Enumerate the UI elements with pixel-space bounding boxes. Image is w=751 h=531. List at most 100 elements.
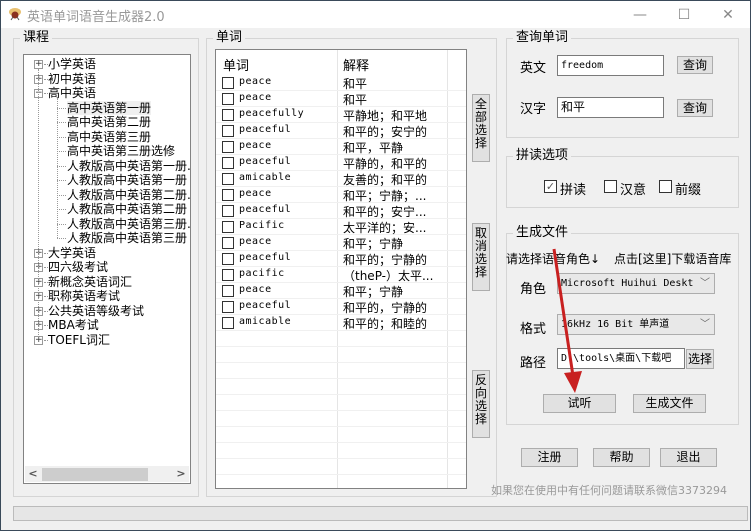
spell-checkbox[interactable]: ✓ <box>544 180 557 193</box>
select-all-label: 全部选择 <box>475 97 488 150</box>
table-row[interactable]: peaceful 平静的，和平的 <box>216 155 466 171</box>
row-checkbox[interactable] <box>222 125 234 137</box>
maximize-button[interactable]: ☐ <box>662 1 706 28</box>
tree-item[interactable]: MBA考试 <box>48 318 99 332</box>
select-all-button[interactable]: 全部选择 <box>472 94 490 162</box>
scroll-right-icon[interactable]: > <box>173 466 189 482</box>
table-row[interactable]: peaceful 和平的，宁静的 <box>216 299 466 315</box>
prefix-checkbox[interactable] <box>659 180 672 193</box>
close-button[interactable]: ✕ <box>706 1 750 28</box>
course-tree[interactable]: < > 小学英语 + 初中英语 + 高中英语 − 高中英语第一册 高中英语第二册 高中英语第三册… <box>23 54 191 484</box>
row-checkbox[interactable] <box>222 141 234 153</box>
tree-item[interactable]: TOEFL词汇 <box>48 333 110 347</box>
table-row[interactable]: peace 和平；宁静；... <box>216 187 466 203</box>
tree-item[interactable]: 小学英语 <box>48 57 96 71</box>
english-input[interactable]: freedom <box>557 55 664 76</box>
row-checkbox[interactable] <box>222 157 234 169</box>
row-checkbox[interactable] <box>222 237 234 249</box>
row-checkbox[interactable] <box>222 109 234 121</box>
word-cell: peace <box>239 76 272 87</box>
tree-item[interactable]: 人教版高中英语第三册. <box>67 217 190 231</box>
tree-connector <box>57 136 66 138</box>
row-checkbox[interactable] <box>222 173 234 185</box>
tree-item[interactable]: 新概念英语词汇 <box>48 275 132 289</box>
table-row[interactable]: amicable 和平的；和睦的 <box>216 315 466 331</box>
table-row[interactable]: peace 和平，平静 <box>216 139 466 155</box>
table-row[interactable]: peaceful 和平的；宁静的 <box>216 251 466 267</box>
column-header-meaning[interactable]: 解释 <box>343 55 369 74</box>
tree-connector <box>57 151 66 152</box>
table-row[interactable]: peace 和平 <box>216 75 466 91</box>
format-select[interactable]: 16kHz 16 Bit 单声道 ﹀ <box>557 314 715 335</box>
invert-selection-label: 反向选择 <box>475 373 488 426</box>
row-checkbox[interactable] <box>222 77 234 89</box>
generate-file-button[interactable]: 生成文件 <box>633 394 706 413</box>
row-checkbox[interactable] <box>222 189 234 201</box>
query-chinese-button[interactable]: 查询 <box>677 99 713 117</box>
row-checkbox[interactable] <box>222 269 234 281</box>
expand-icon[interactable]: + <box>34 335 43 345</box>
table-row[interactable]: peaceful 和平的；安宁... <box>216 203 466 219</box>
chinese-meaning-checkbox[interactable] <box>604 180 617 193</box>
row-checkbox[interactable] <box>222 317 234 329</box>
row-checkbox[interactable] <box>222 93 234 105</box>
generate-file-label: 生成文件 <box>645 396 694 410</box>
status-bar <box>13 506 748 521</box>
tree-item[interactable]: 人教版高中英语第三册 <box>67 231 187 245</box>
voice-hint: 请选择语音角色↓ <box>506 252 601 266</box>
word-list[interactable]: 单词 解释 peace 和平 peace 和平 peacefully 平静地；和平地 pea… <box>215 49 467 489</box>
role-select[interactable]: Microsoft Huihui Deskt ﹀ <box>557 273 715 294</box>
table-row[interactable]: Pacific 太平洋的；安... <box>216 219 466 235</box>
query-chinese-label: 查询 <box>682 101 707 115</box>
column-header-word[interactable]: 单词 <box>223 55 249 74</box>
empty-row <box>216 331 466 347</box>
query-english-button[interactable]: 查询 <box>677 56 713 74</box>
table-row[interactable]: peace 和平 <box>216 91 466 107</box>
table-row[interactable]: amicable 友善的；和平的 <box>216 171 466 187</box>
tree-item[interactable]: 高中英语第三册 <box>67 130 151 144</box>
tree-item[interactable]: 大学英语 <box>48 246 96 260</box>
row-checkbox[interactable] <box>222 285 234 297</box>
minimize-button[interactable]: — <box>618 1 662 28</box>
word-cell: amicable <box>239 172 292 183</box>
table-row[interactable]: peace 和平；宁静 <box>216 235 466 251</box>
tree-item[interactable]: 四六级考试 <box>48 260 108 274</box>
row-checkbox[interactable] <box>222 301 234 313</box>
exit-button[interactable]: 退出 <box>660 448 717 467</box>
preview-button[interactable]: 试听 <box>543 394 616 413</box>
chinese-input[interactable]: 和平 <box>557 97 664 118</box>
browse-button[interactable]: 选择 <box>686 349 714 369</box>
tree-item[interactable]: 高中英语第三册选修 <box>67 144 175 158</box>
tree-item[interactable]: 人教版高中英语第一册. <box>67 159 190 173</box>
chinese-input-value: 和平 <box>561 100 586 114</box>
register-button[interactable]: 注册 <box>521 448 578 467</box>
tree-item[interactable]: 高中英语第一册 <box>67 100 152 115</box>
tree-item[interactable]: 高中英语 <box>48 86 96 100</box>
row-checkbox[interactable] <box>222 205 234 217</box>
deselect-button[interactable]: 取消选择 <box>472 223 490 291</box>
tree-item[interactable]: 初中英语 <box>48 72 96 86</box>
tree-item[interactable]: 职称英语考试 <box>48 289 120 303</box>
table-row[interactable]: peacefully 平静地；和平地 <box>216 107 466 123</box>
tree-item[interactable]: 人教版高中英语第一册 <box>67 173 187 187</box>
tree-item[interactable]: 人教版高中英语第二册 <box>67 202 187 216</box>
path-input[interactable]: D:\tools\桌面\下载吧 <box>557 348 685 369</box>
row-checkbox[interactable] <box>222 253 234 265</box>
row-checkbox[interactable] <box>222 221 234 233</box>
help-button[interactable]: 帮助 <box>593 448 650 467</box>
table-row[interactable]: peaceful 和平的；安宁的 <box>216 123 466 139</box>
invert-selection-button[interactable]: 反向选择 <box>472 370 490 438</box>
tree-item[interactable]: 高中英语第二册 <box>67 115 151 129</box>
table-row[interactable]: pacific （theP-）太平... <box>216 267 466 283</box>
expand-icon[interactable]: + <box>34 60 43 69</box>
table-row[interactable]: peace 和平；宁静 <box>216 283 466 299</box>
tree-item[interactable]: 人教版高中英语第二册. <box>67 188 190 202</box>
scrollbar-thumb[interactable] <box>42 468 148 481</box>
download-voice-link[interactable]: 点击[这里]下载语音库 <box>614 250 731 267</box>
tree-horizontal-scrollbar[interactable]: < > <box>25 466 189 482</box>
word-cell: peace <box>239 188 272 199</box>
scroll-left-icon[interactable]: < <box>25 466 41 482</box>
tree-item[interactable]: 公共英语等级考试 <box>48 304 144 318</box>
format-select-value: 16kHz 16 Bit 单声道 <box>561 319 670 330</box>
tree-connector <box>44 325 48 326</box>
